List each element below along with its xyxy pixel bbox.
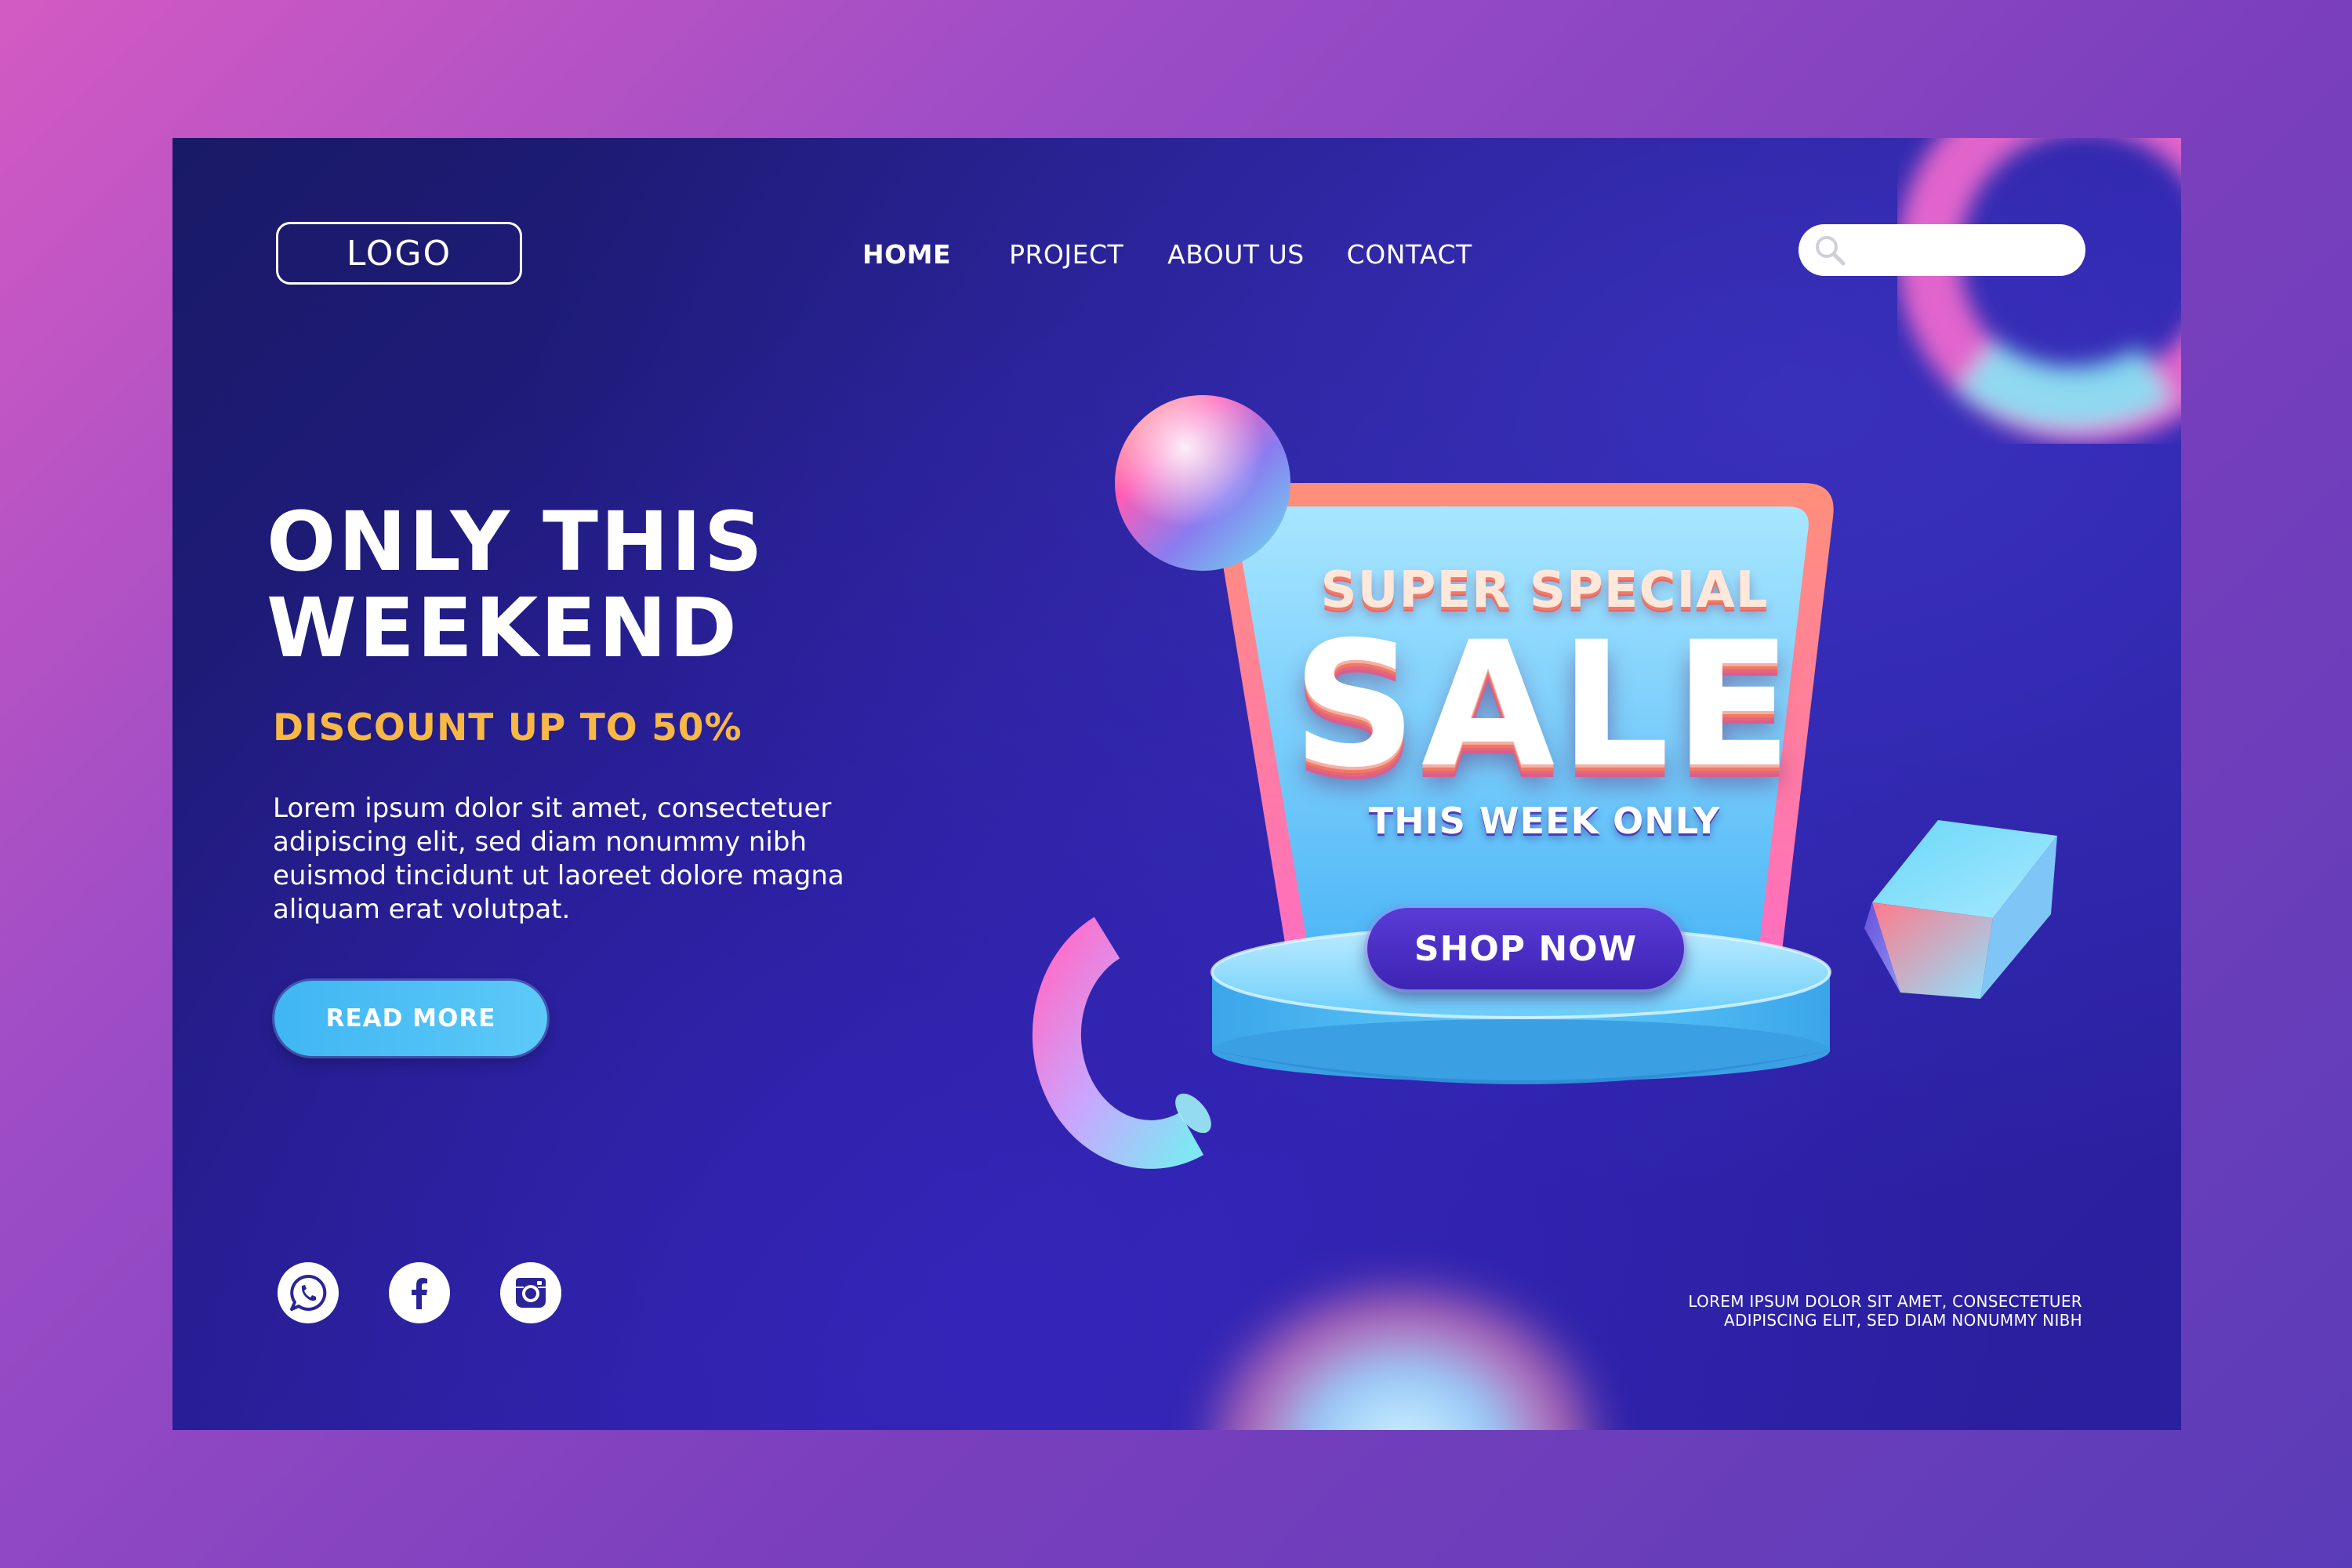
this-week-only-label: THIS WEEK ONLY: [1368, 800, 1721, 842]
cube-shape: [1864, 820, 2057, 999]
instagram-icon: [516, 1278, 546, 1308]
footer-note-line-2: ADIPISCING ELIT, SED DIAM NONUMMY NIBH: [1723, 1311, 2082, 1330]
sphere-shape: [1115, 395, 1290, 571]
sale-headline: SUPER SPECIAL SALE THIS WEEK ONLY: [1200, 561, 1889, 842]
landing-page: LOGO HOME PROJECT ABOUT US CONTACT ONLY …: [172, 138, 2181, 1430]
instagram-button[interactable]: [500, 1262, 561, 1323]
shop-now-label: SHOP NOW: [1414, 928, 1638, 969]
sale-label: SALE: [1292, 604, 1797, 805]
facebook-button[interactable]: [389, 1262, 450, 1323]
shop-now-button[interactable]: SHOP NOW: [1367, 908, 1684, 989]
arc-tube-shape: [1032, 916, 1211, 1169]
footer-note-line-1: LOREM IPSUM DOLOR SIT AMET, CONSECTETUER: [1688, 1292, 2082, 1311]
whatsapp-button[interactable]: [278, 1262, 339, 1323]
footer-note: LOREM IPSUM DOLOR SIT AMET, CONSECTETUER…: [1534, 1292, 2082, 1330]
facebook-icon: [412, 1278, 427, 1309]
whatsapp-icon: [290, 1274, 327, 1311]
